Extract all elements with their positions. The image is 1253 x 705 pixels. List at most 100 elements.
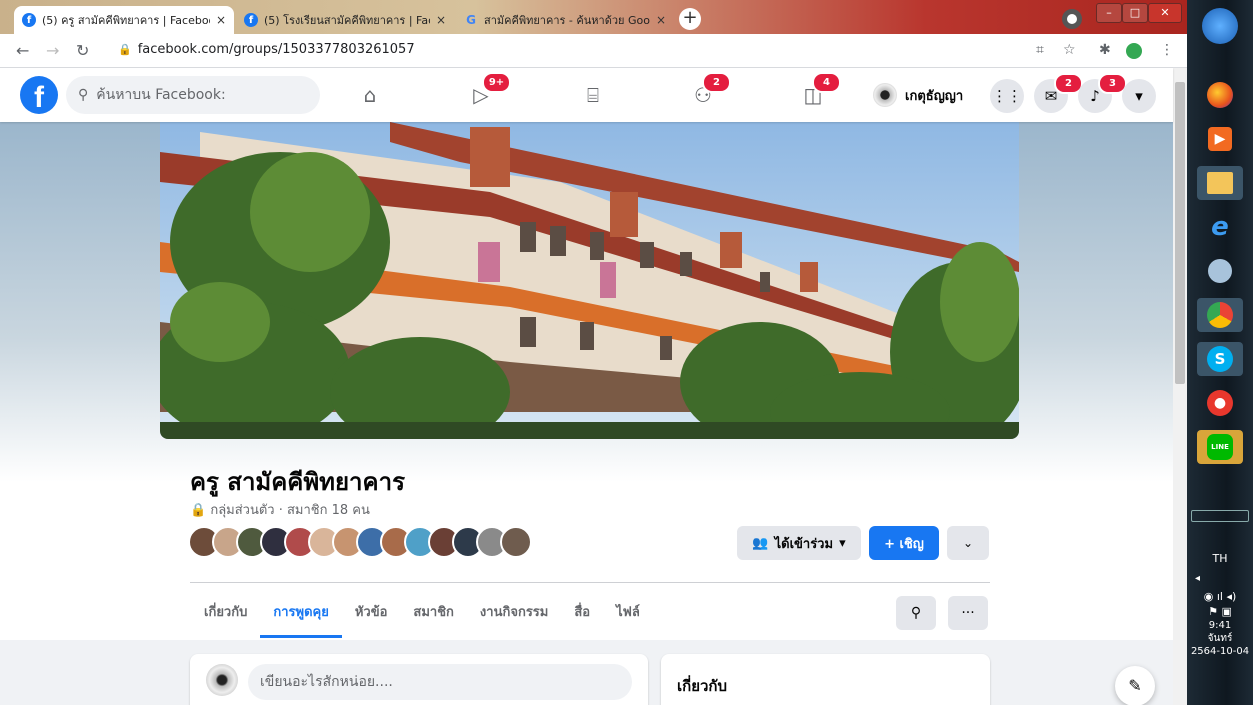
scrollbar-thumb[interactable] [1175,82,1185,384]
gaming-badge: 4 [812,72,841,93]
menu-grid-icon[interactable]: ⋮⋮ [990,79,1024,113]
tab-group-page[interactable]: f (5) ครู สามัคคีพิทยาคาร | Facebook × [14,6,234,34]
tab-about[interactable]: เกี่ยวกับ [190,594,260,638]
facebook-logo-icon[interactable]: f [20,76,58,114]
tab-strip: f (5) ครู สามัคคีพิทยาคาร | Facebook × f… [0,0,1187,34]
extensions-icon[interactable]: ✱ [1099,42,1111,58]
account-avatar-icon[interactable] [1126,43,1142,59]
group-tabs: เกี่ยวกับ การพูดคุย หัวข้อ สมาชิก งานกิจ… [190,594,653,638]
tab-topics[interactable]: หัวข้อ [342,594,401,638]
bookmark-star-icon[interactable]: ☆ [1063,42,1076,58]
header-divider [190,582,990,583]
marketplace-icon[interactable]: ⌸ [576,78,610,112]
search-placeholder: ค้นหาบน Facebook: [96,87,226,103]
group-page: ครู สามัคคีพิทยาคาร 🔒 กลุ่มส่วนตัว · สมา… [0,122,1173,705]
new-tab-button[interactable]: + [679,8,701,30]
account-dropdown-icon[interactable]: ▾ [1122,79,1156,113]
tab-discussion[interactable]: การพูดคุย [260,594,342,638]
more-options-icon[interactable]: ··· [948,596,988,630]
tray-icons-row2[interactable]: ⚑ ▣ [1187,605,1253,618]
search-icon[interactable]: ⚲ [896,596,936,630]
close-icon[interactable]: × [436,13,446,27]
member-avatars[interactable] [188,526,532,558]
people-icon: 👥 [752,535,769,551]
language-indicator[interactable]: TH [1187,552,1253,565]
joined-button[interactable]: 👥 ได้เข้าร่วม ▾ [737,526,861,560]
tray-icons[interactable]: ◉ ıl ◂) [1187,590,1253,603]
watch-icon[interactable]: ▷ 9+ [464,72,511,112]
close-icon[interactable]: × [656,13,666,27]
facebook-header: f ⚲ ค้นหาบน Facebook: ⌂ ▷ 9+ ⌸ ⚇ 2 ◫ 4 เ… [0,68,1173,122]
group-title[interactable]: ครู สามัคคีพิทยาคาร [190,462,405,501]
user-name: เกตุธัญญา [905,88,964,104]
messenger-icon[interactable]: ✉ 2 [1034,73,1083,113]
system-tray: TH ◂ ◉ ıl ◂) ⚑ ▣ 9:41 จันทร์ 2564-10-04 [1187,540,1253,657]
media-player-icon[interactable]: ▶ [1197,122,1243,156]
start-button-icon[interactable] [1202,8,1238,44]
avatar[interactable] [206,664,238,696]
close-window-button[interactable]: ✕ [1148,3,1182,23]
search-icon: ⚲ [78,87,89,103]
composer-input[interactable]: เขียนอะไรสักหน่อย.... [248,664,632,700]
forward-icon[interactable]: → [46,41,59,60]
facebook-icon: f [244,13,258,27]
tab-members[interactable]: สมาชิก [400,594,467,638]
tab-title: (5) โรงเรียนสามัคคีพิทยาคาร | Face [264,14,430,27]
profile-shortcut[interactable]: เกตุธัญญา [873,80,963,110]
new-message-edit-icon[interactable]: ✎ [1115,666,1155,705]
url-field[interactable]: 🔒 facebook.com/groups/1503377803261057 [118,42,415,57]
reload-icon[interactable]: ↻ [76,41,89,60]
privacy-text[interactable]: กลุ่มส่วนตัว · สมาชิก 18 คน [210,503,370,518]
about-heading: เกี่ยวกับ [677,677,728,695]
tab-media[interactable]: สื่อ [561,594,603,638]
lock-icon: 🔒 [190,503,207,518]
cover-photo[interactable] [160,122,1019,439]
lock-icon: 🔒 [118,43,132,56]
tab-events[interactable]: งานกิจกรรม [467,594,561,638]
skype-icon[interactable]: S [1197,342,1243,376]
google-icon: G [466,13,476,27]
clock-day[interactable]: จันทร์ [1187,631,1253,646]
avatar[interactable] [500,526,532,558]
notifications-bell-icon[interactable]: ♪ 3 [1078,73,1127,113]
maximize-button[interactable]: □ [1122,3,1148,23]
browser-profile-icon[interactable] [1062,9,1082,29]
clock-time[interactable]: 9:41 [1187,620,1253,631]
about-card: เกี่ยวกับ [661,654,990,705]
tab-files[interactable]: ไฟล์ [603,594,653,638]
page-scrollbar[interactable] [1173,68,1187,705]
line-icon[interactable]: LINE [1197,430,1243,464]
gaming-icon[interactable]: ◫ 4 [796,72,841,112]
address-bar: ← → ↻ 🔒 facebook.com/groups/1503377803261… [0,34,1187,68]
close-icon[interactable]: × [216,13,226,27]
tab-school-page[interactable]: f (5) โรงเรียนสามัคคีพิทยาคาร | Face × [236,6,454,34]
caret-down-icon: ▾ [839,535,846,551]
groups-badge: 2 [702,72,731,93]
minimize-button[interactable]: – [1096,3,1122,23]
clock-date[interactable]: 2564-10-04 [1187,646,1253,657]
tray-expand-icon[interactable]: ◂ [1187,573,1253,584]
chevron-down-icon[interactable]: ⌄ [947,526,989,560]
internet-explorer-icon[interactable]: e [1197,210,1243,244]
firefox-icon[interactable] [1197,78,1243,112]
avatar [873,83,897,107]
school-building-image [160,122,1019,439]
invite-button[interactable]: + เชิญ [869,526,939,560]
search-input[interactable]: ⚲ ค้นหาบน Facebook: [66,76,320,114]
facebook-icon: f [22,13,36,27]
back-icon[interactable]: ← [16,41,29,60]
watch-badge: 9+ [482,72,511,93]
taskbar-scroll[interactable] [1191,510,1249,522]
translate-icon[interactable]: ⌗ [1036,42,1044,58]
tab-title: (5) ครู สามัคคีพิทยาคาร | Facebook [42,14,210,27]
chrome-icon[interactable] [1197,298,1243,332]
file-explorer-icon[interactable] [1197,166,1243,200]
tab-google-search[interactable]: G สามัคคีพิทยาคาร - ค้นหาด้วย Goo × [456,6,674,34]
group-privacy-info: 🔒 กลุ่มส่วนตัว · สมาชิก 18 คน [190,499,370,520]
home-icon[interactable]: ⌂ [353,78,387,112]
url-text: facebook.com/groups/1503377803261057 [137,42,415,57]
groups-icon[interactable]: ⚇ 2 [686,72,731,112]
menu-kebab-icon[interactable]: ⋮ [1160,42,1174,58]
recorder-icon[interactable]: ● [1197,386,1243,420]
app-icon[interactable] [1197,254,1243,288]
